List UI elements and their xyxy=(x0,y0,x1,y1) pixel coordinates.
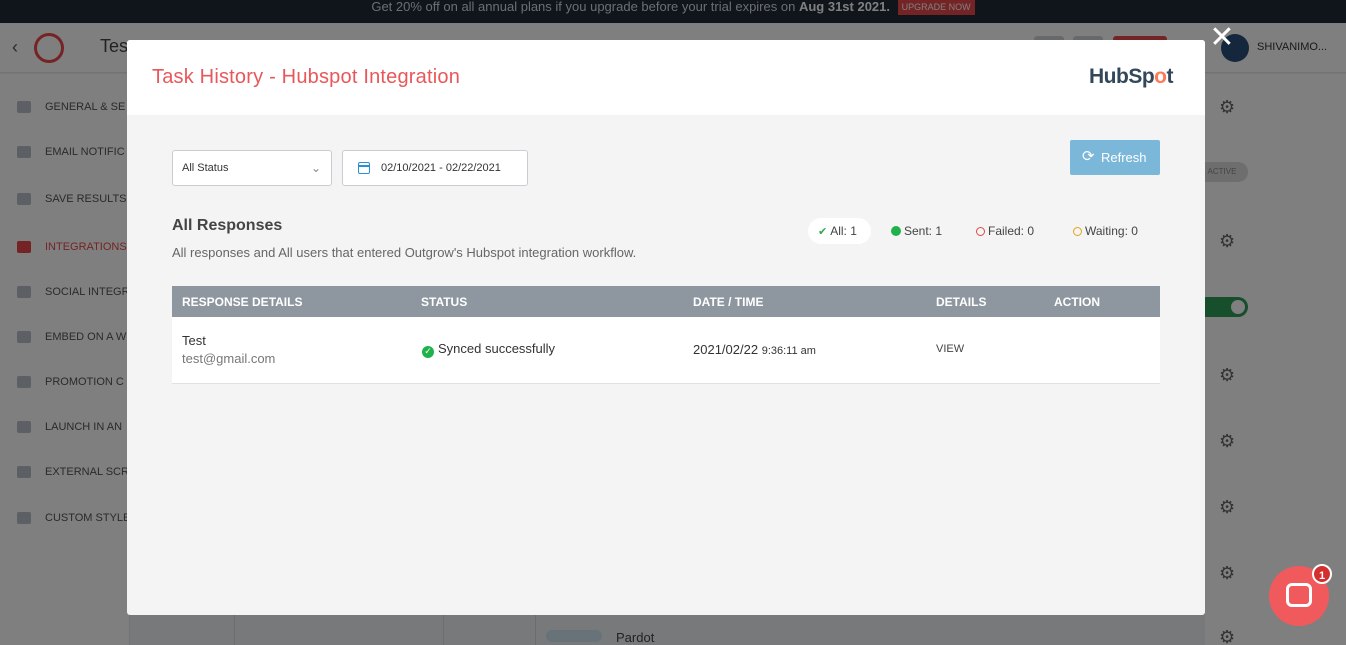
filter-waiting-label: Waiting: 0 xyxy=(1085,224,1138,238)
filter-all-label: All: 1 xyxy=(830,224,857,238)
view-details-link[interactable]: VIEW xyxy=(936,343,964,355)
table-header: RESPONSE DETAILS STATUS DATE / TIME DETA… xyxy=(172,286,1160,317)
notification-badge: 1 xyxy=(1312,564,1332,584)
response-status: ✓ Synced successfully xyxy=(422,341,555,358)
column-header: ACTION xyxy=(1054,295,1100,309)
filter-failed[interactable]: Failed: 0 xyxy=(976,218,1034,244)
refresh-button[interactable]: ⟳ Refresh xyxy=(1070,140,1160,175)
status-filter-select[interactable]: All Status ⌄ xyxy=(172,150,332,186)
response-name: Test xyxy=(182,333,206,348)
sent-status-icon xyxy=(891,226,901,236)
table-row: Test test@gmail.com ✓ Synced successfully… xyxy=(172,317,1160,384)
refresh-label: Refresh xyxy=(1101,150,1147,165)
column-header: DETAILS xyxy=(936,295,987,309)
filter-all[interactable]: ✔ All: 1 xyxy=(808,218,871,244)
double-check-icon: ✔ xyxy=(818,225,828,238)
chat-widget-button[interactable]: 1 xyxy=(1269,564,1332,626)
failed-status-icon xyxy=(976,227,985,236)
chat-bubble-icon xyxy=(1286,583,1312,607)
status-text: Synced successfully xyxy=(438,341,556,356)
hubspot-logo: HubSpot xyxy=(1089,65,1173,88)
column-header: DATE / TIME xyxy=(693,295,764,309)
responses-table: RESPONSE DETAILS STATUS DATE / TIME DETA… xyxy=(172,286,1160,384)
filter-sent[interactable]: Sent: 1 xyxy=(891,218,942,244)
date-text: 2021/02/22 xyxy=(693,342,759,357)
close-icon[interactable]: ✕ xyxy=(1208,23,1236,53)
modal-header: Task History - Hubspot Integration HubSp… xyxy=(127,40,1205,115)
task-history-modal: Task History - Hubspot Integration HubSp… xyxy=(127,40,1205,615)
chevron-down-icon: ⌄ xyxy=(310,161,321,175)
response-datetime: 2021/02/22 9:36:11 am xyxy=(693,342,816,357)
date-range-input[interactable]: 02/10/2021 - 02/22/2021 xyxy=(342,150,528,186)
column-header: RESPONSE DETAILS xyxy=(182,295,303,309)
filter-failed-label: Failed: 0 xyxy=(988,224,1035,238)
time-text: 9:36:11 am xyxy=(761,345,816,357)
modal-title: Task History - Hubspot Integration xyxy=(152,66,461,88)
filter-sent-label: Sent: 1 xyxy=(904,224,943,238)
section-title: All Responses xyxy=(172,217,283,234)
date-range-value: 02/10/2021 - 02/22/2021 xyxy=(381,162,501,174)
check-circle-icon: ✓ xyxy=(422,346,434,358)
status-filter-value: All Status xyxy=(182,162,229,174)
calendar-icon xyxy=(358,162,370,174)
section-subtitle: All responses and All users that entered… xyxy=(172,245,637,260)
filter-waiting[interactable]: Waiting: 0 xyxy=(1073,218,1138,244)
refresh-icon: ⟳ xyxy=(1082,147,1095,165)
response-email: test@gmail.com xyxy=(182,351,276,366)
waiting-clock-icon xyxy=(1073,227,1082,236)
column-header: STATUS xyxy=(421,295,468,309)
